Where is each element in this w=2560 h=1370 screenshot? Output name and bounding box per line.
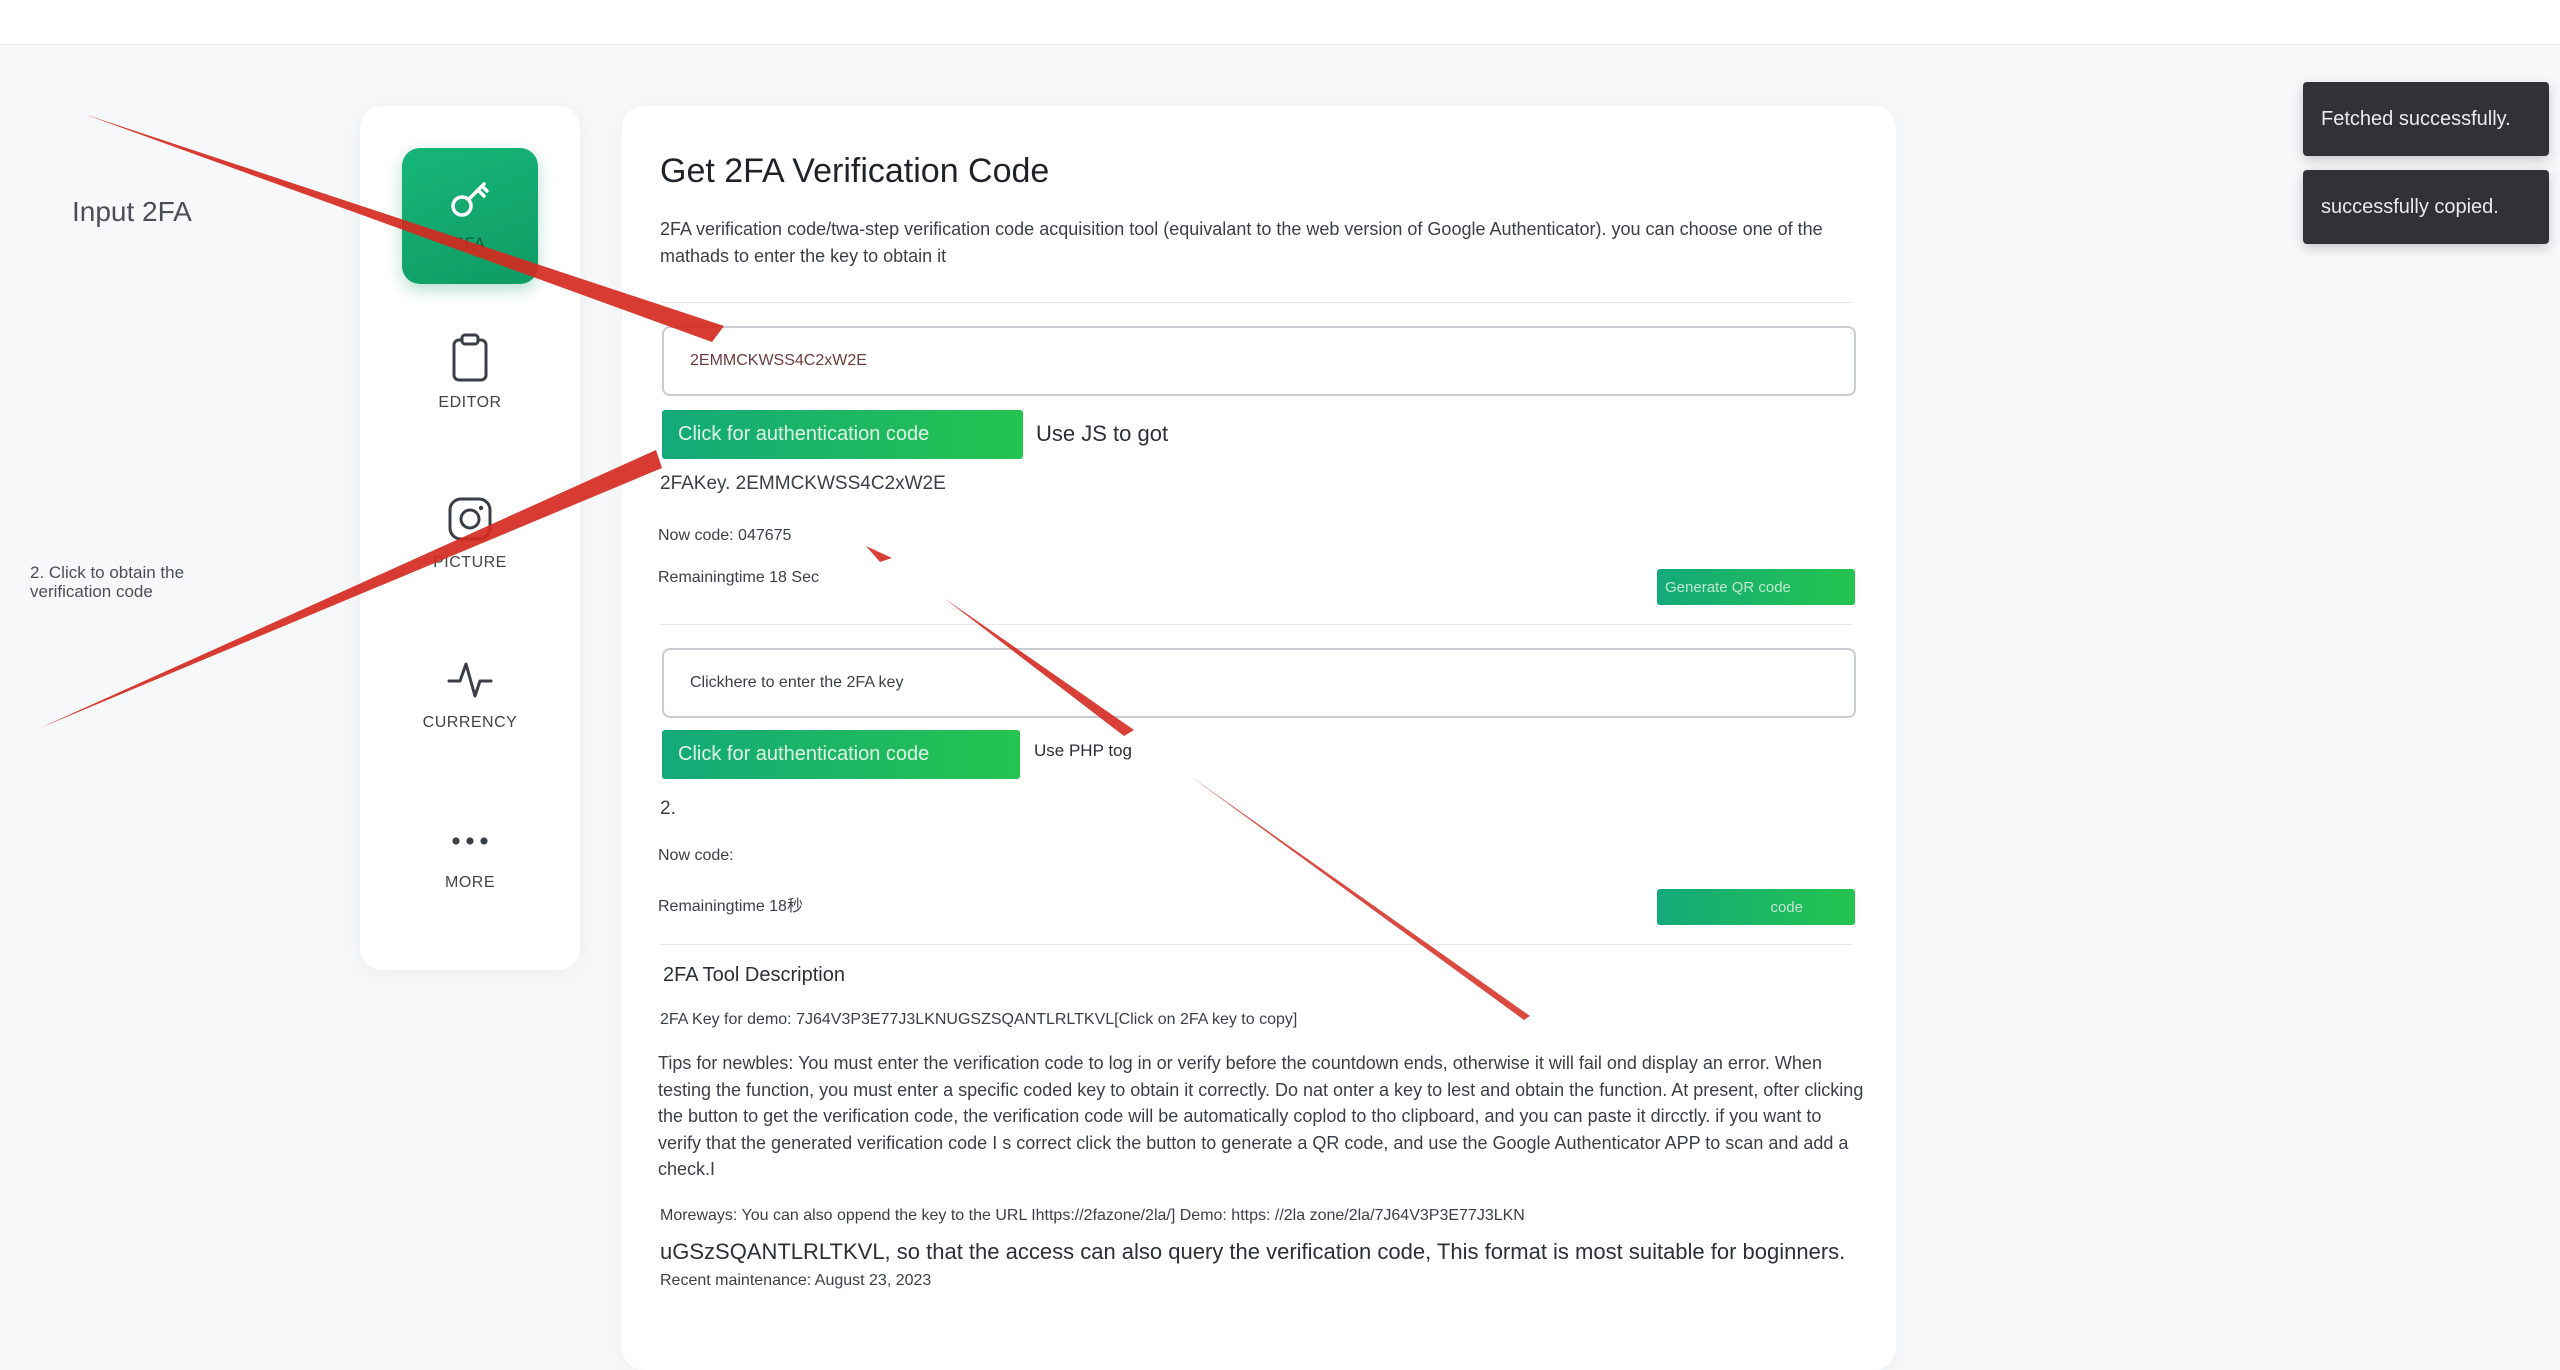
- sidebar-item-label: EDITOR: [438, 394, 502, 411]
- page-subtitle: 2FA verification code/twa-step verificat…: [660, 219, 1823, 266]
- js-key-display[interactable]: 2FAKey. 2EMMCKWSS4C2xW2E: [660, 473, 946, 495]
- maintenance-note: Recent maintenance: August 23, 2023: [660, 1272, 932, 1289]
- php-key-display[interactable]: 2.: [660, 798, 676, 820]
- php-key-input[interactable]: [662, 648, 1856, 718]
- sidebar-item-label: 2FA: [454, 234, 486, 253]
- js-method-label: Use JS to got: [1036, 421, 1169, 446]
- sidebar-item-2fa[interactable]: 2FA: [402, 148, 538, 284]
- sidebar-item-more[interactable]: MORE: [360, 818, 580, 892]
- key-icon: [451, 182, 489, 217]
- php-auth-button[interactable]: Click for authentication code: [662, 730, 1020, 779]
- clipboard-icon: [452, 333, 488, 382]
- divider: [660, 944, 1852, 945]
- sidebar-item-currency[interactable]: CURRENCY: [360, 654, 580, 732]
- php-method-label: Use PHP tog: [1034, 741, 1132, 760]
- toast-fetched: Fetched successfully.: [2303, 82, 2549, 156]
- sidebar-item-picture[interactable]: PICTURE: [360, 494, 580, 572]
- description-title: 2FA Tool Description: [663, 964, 845, 986]
- sidebar-item-label: PICTURE: [433, 554, 507, 571]
- annotation-click-to-obtain: 2. Click to obtain the verification code: [30, 563, 185, 601]
- top-bar: [0, 0, 2560, 45]
- js-remaining-time: Remainingtime 18 Sec: [658, 569, 819, 586]
- more-ways-text: Moreways: You can also oppend the key to…: [660, 1207, 1525, 1224]
- js-key-input[interactable]: [662, 326, 1856, 396]
- instagram-icon: [448, 497, 492, 541]
- sidebar-item-label: CURRENCY: [422, 714, 518, 731]
- pulse-icon: [447, 662, 493, 698]
- js-auth-button[interactable]: Click for authentication code: [662, 410, 1023, 459]
- divider: [660, 302, 1852, 303]
- js-now-code[interactable]: Now code: 047675: [658, 527, 791, 545]
- page-title: Get 2FA Verification Code: [660, 152, 1050, 190]
- annotation-input-2fa: Input 2FA: [72, 196, 192, 227]
- js-generate-qr-button[interactable]: Generate QR code: [1657, 569, 1855, 605]
- php-now-code[interactable]: Now code:: [658, 847, 734, 865]
- more-ways-continued: uGSzSQANTLRLTKVL, so that the access can…: [660, 1239, 1846, 1264]
- php-remaining-time: Remainingtime 18秒: [658, 898, 803, 915]
- toast-copied: successfully copied.: [2303, 170, 2549, 244]
- demo-key-link[interactable]: 2FA Key for demo: 7J64V3P3E77J3LKNUGSZSQ…: [660, 1011, 1297, 1029]
- php-generate-qr-button[interactable]: code: [1657, 889, 1855, 925]
- sidebar-item-label: MORE: [445, 874, 495, 891]
- divider: [660, 624, 1852, 625]
- sidebar-nav: 2FA EDITOR PICTURE CURRENCY MORE: [360, 106, 580, 970]
- sidebar-item-editor[interactable]: EDITOR: [360, 332, 580, 412]
- more-icon: [452, 837, 488, 845]
- tips-paragraph: Tips for newbles: You must enter the ver…: [658, 1053, 1864, 1179]
